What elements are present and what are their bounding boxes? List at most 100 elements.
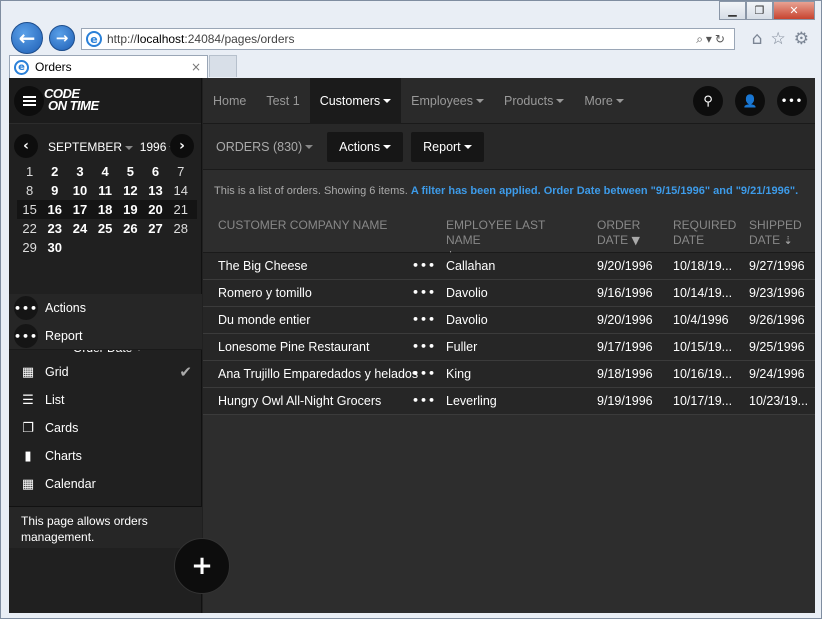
table-row[interactable]: The Big Cheese ••• Callahan 9/20/1996 10/18/… [203,253,815,280]
calendar-day[interactable]: 12 [118,183,143,198]
calendar-prev-button[interactable]: ‹ [14,134,38,158]
calendar-day[interactable]: 13 [143,183,168,198]
sidebar-action-report[interactable]: ••• Report [9,322,202,350]
calendar-day[interactable]: 15 [17,202,42,217]
table-row[interactable]: Lonesome Pine Restaurant ••• Fuller 9/17/19… [203,334,815,361]
logo[interactable]: CODE ON TIME [44,87,99,112]
favorites-icon[interactable]: ☆ [771,29,786,49]
calendar-day[interactable]: 26 [118,221,143,236]
nav-item-employees[interactable]: Employees [401,78,494,124]
row-menu-icon[interactable]: ••• [412,340,436,353]
report-button[interactable]: Report [411,131,484,162]
main-content: Home Test 1 Customers Employees Products More… [203,78,815,613]
calendar-day[interactable]: 18 [93,202,118,217]
nav-item-test-1[interactable]: Test 1 [256,78,309,124]
sidebar-action-actions[interactable]: ••• Actions [9,294,202,322]
calendar-day[interactable]: 23 [42,221,67,236]
row-menu-icon[interactable]: ••• [412,313,436,326]
user-button[interactable]: 👤 [735,86,765,116]
table-row[interactable]: Du monde entier ••• Davolio 9/20/1996 10/4/1… [203,307,815,334]
forward-button[interactable]: → [49,25,75,51]
calendar-day[interactable]: 17 [67,202,92,217]
calendar-day[interactable]: 30 [42,240,67,255]
calendar-day[interactable]: 22 [17,221,42,236]
calendar-day[interactable]: 27 [143,221,168,236]
calendar-day[interactable]: 9 [42,183,67,198]
column-header-shipped-date[interactable]: SHIPPED DATE ⇣ [735,218,815,252]
more-button[interactable]: ••• [777,86,807,116]
column-header-employee[interactable]: EMPLOYEE LAST NAME ⇣ [431,218,583,262]
nav-item-customers[interactable]: Customers [309,78,402,124]
address-tools-icon[interactable]: ⌕▾↻ [696,32,728,47]
address-bar[interactable]: e http://localhost:24084/pages/orders ⌕▾… [81,28,735,50]
calendar-day[interactable]: 14 [168,183,193,198]
row-menu-icon[interactable]: ••• [412,259,436,272]
nav-item-home[interactable]: Home [203,78,256,124]
sidebar-view-list[interactable]: ☰ List [9,386,202,414]
grid-body: The Big Cheese ••• Callahan 9/20/1996 10/18/… [203,252,815,415]
chart-icon: ▮ [24,448,32,464]
row-menu-icon[interactable]: ••• [412,286,436,299]
nav-item-more[interactable]: More [574,78,633,124]
minimize-button[interactable]: ▁ [719,1,746,20]
calendar-day[interactable]: 16 [42,202,67,217]
calendar-day[interactable]: 28 [168,221,193,236]
calendar-day[interactable]: 8 [17,183,42,198]
sidebar-view-label: Cards [45,421,79,435]
column-header-company[interactable]: CUSTOMER COMPANY NAME [203,218,431,252]
calendar-day[interactable]: 5 [118,164,143,179]
calendar-day[interactable]: 1 [17,164,42,179]
filter-description[interactable]: A filter has been applied. Order Date be… [411,185,798,197]
table-row[interactable]: Ana Trujillo Emparedados y helados ••• Kin… [203,361,815,388]
tab-close-icon[interactable]: × [191,60,201,74]
sidebar: CODE ON TIME ‹ SEPTEMBER 1996 › 12345678… [9,78,202,613]
calendar-day[interactable]: 4 [93,164,118,179]
column-header-label: DATE [673,233,705,247]
back-button[interactable]: ← [11,22,43,54]
calendar-year[interactable]: 1996 [140,140,167,154]
calendar-day[interactable]: 7 [168,164,193,179]
cell-required-date: 10/18/19... [673,259,733,273]
actions-button[interactable]: Actions [327,131,404,162]
menu-button[interactable] [14,86,44,116]
calendar-day[interactable]: 25 [93,221,118,236]
sidebar-view-calendar[interactable]: ▦ Calendar [9,470,202,498]
home-icon[interactable]: ⌂ [752,29,763,49]
sidebar-view-grid[interactable]: ▦ Grid ✔ [9,358,202,386]
calendar-day[interactable]: 2 [42,164,67,179]
table-row[interactable]: Hungry Owl All-Night Grocers ••• Leverling… [203,388,815,415]
cell-shipped-date: 9/25/1996 [749,340,805,354]
table-row[interactable]: Romero y tomillo ••• Davolio 9/16/1996 10/14… [203,280,815,307]
calendar-day[interactable]: 29 [17,240,42,255]
sidebar-view-cards[interactable]: ❐ Cards [9,414,202,442]
row-menu-icon[interactable]: ••• [412,394,436,407]
calendar-day[interactable]: 21 [168,202,193,217]
calendar-next-button[interactable]: › [170,134,194,158]
column-header-required-date[interactable]: REQUIRED DATE [659,218,736,252]
new-tab-button[interactable] [209,55,237,77]
add-button[interactable]: + [174,538,230,594]
browser-tab[interactable]: e Orders × [9,55,208,78]
calendar-day[interactable]: 24 [67,221,92,236]
view-selector[interactable]: ORDERS (830) [216,140,314,154]
caret-down-icon [305,145,314,150]
cell-required-date: 10/4/1996 [673,313,729,327]
nav-item-products[interactable]: Products [494,78,574,124]
calendar-day[interactable]: 19 [118,202,143,217]
calendar-day[interactable]: 6 [143,164,168,179]
row-menu-icon[interactable]: ••• [412,367,436,380]
sidebar-header: CODE ON TIME [9,78,201,124]
calendar-day[interactable]: 20 [143,202,168,217]
column-header-order-date[interactable]: ORDER DATE ▼ [583,218,659,252]
search-button[interactable]: ⚲ [693,86,723,116]
calendar-month[interactable]: SEPTEMBER [48,140,122,154]
calendar-day[interactable]: 10 [67,183,92,198]
close-window-button[interactable]: ✕ [773,1,815,20]
cell-employee: Davolio [446,313,488,327]
calendar-day[interactable]: 3 [67,164,92,179]
maximize-button[interactable]: ❐ [746,1,773,20]
sidebar-view-label: Grid [45,365,69,379]
sidebar-view-charts[interactable]: ▮ Charts [9,442,202,470]
settings-icon[interactable]: ⚙ [794,29,809,49]
calendar-day[interactable]: 11 [93,183,118,198]
